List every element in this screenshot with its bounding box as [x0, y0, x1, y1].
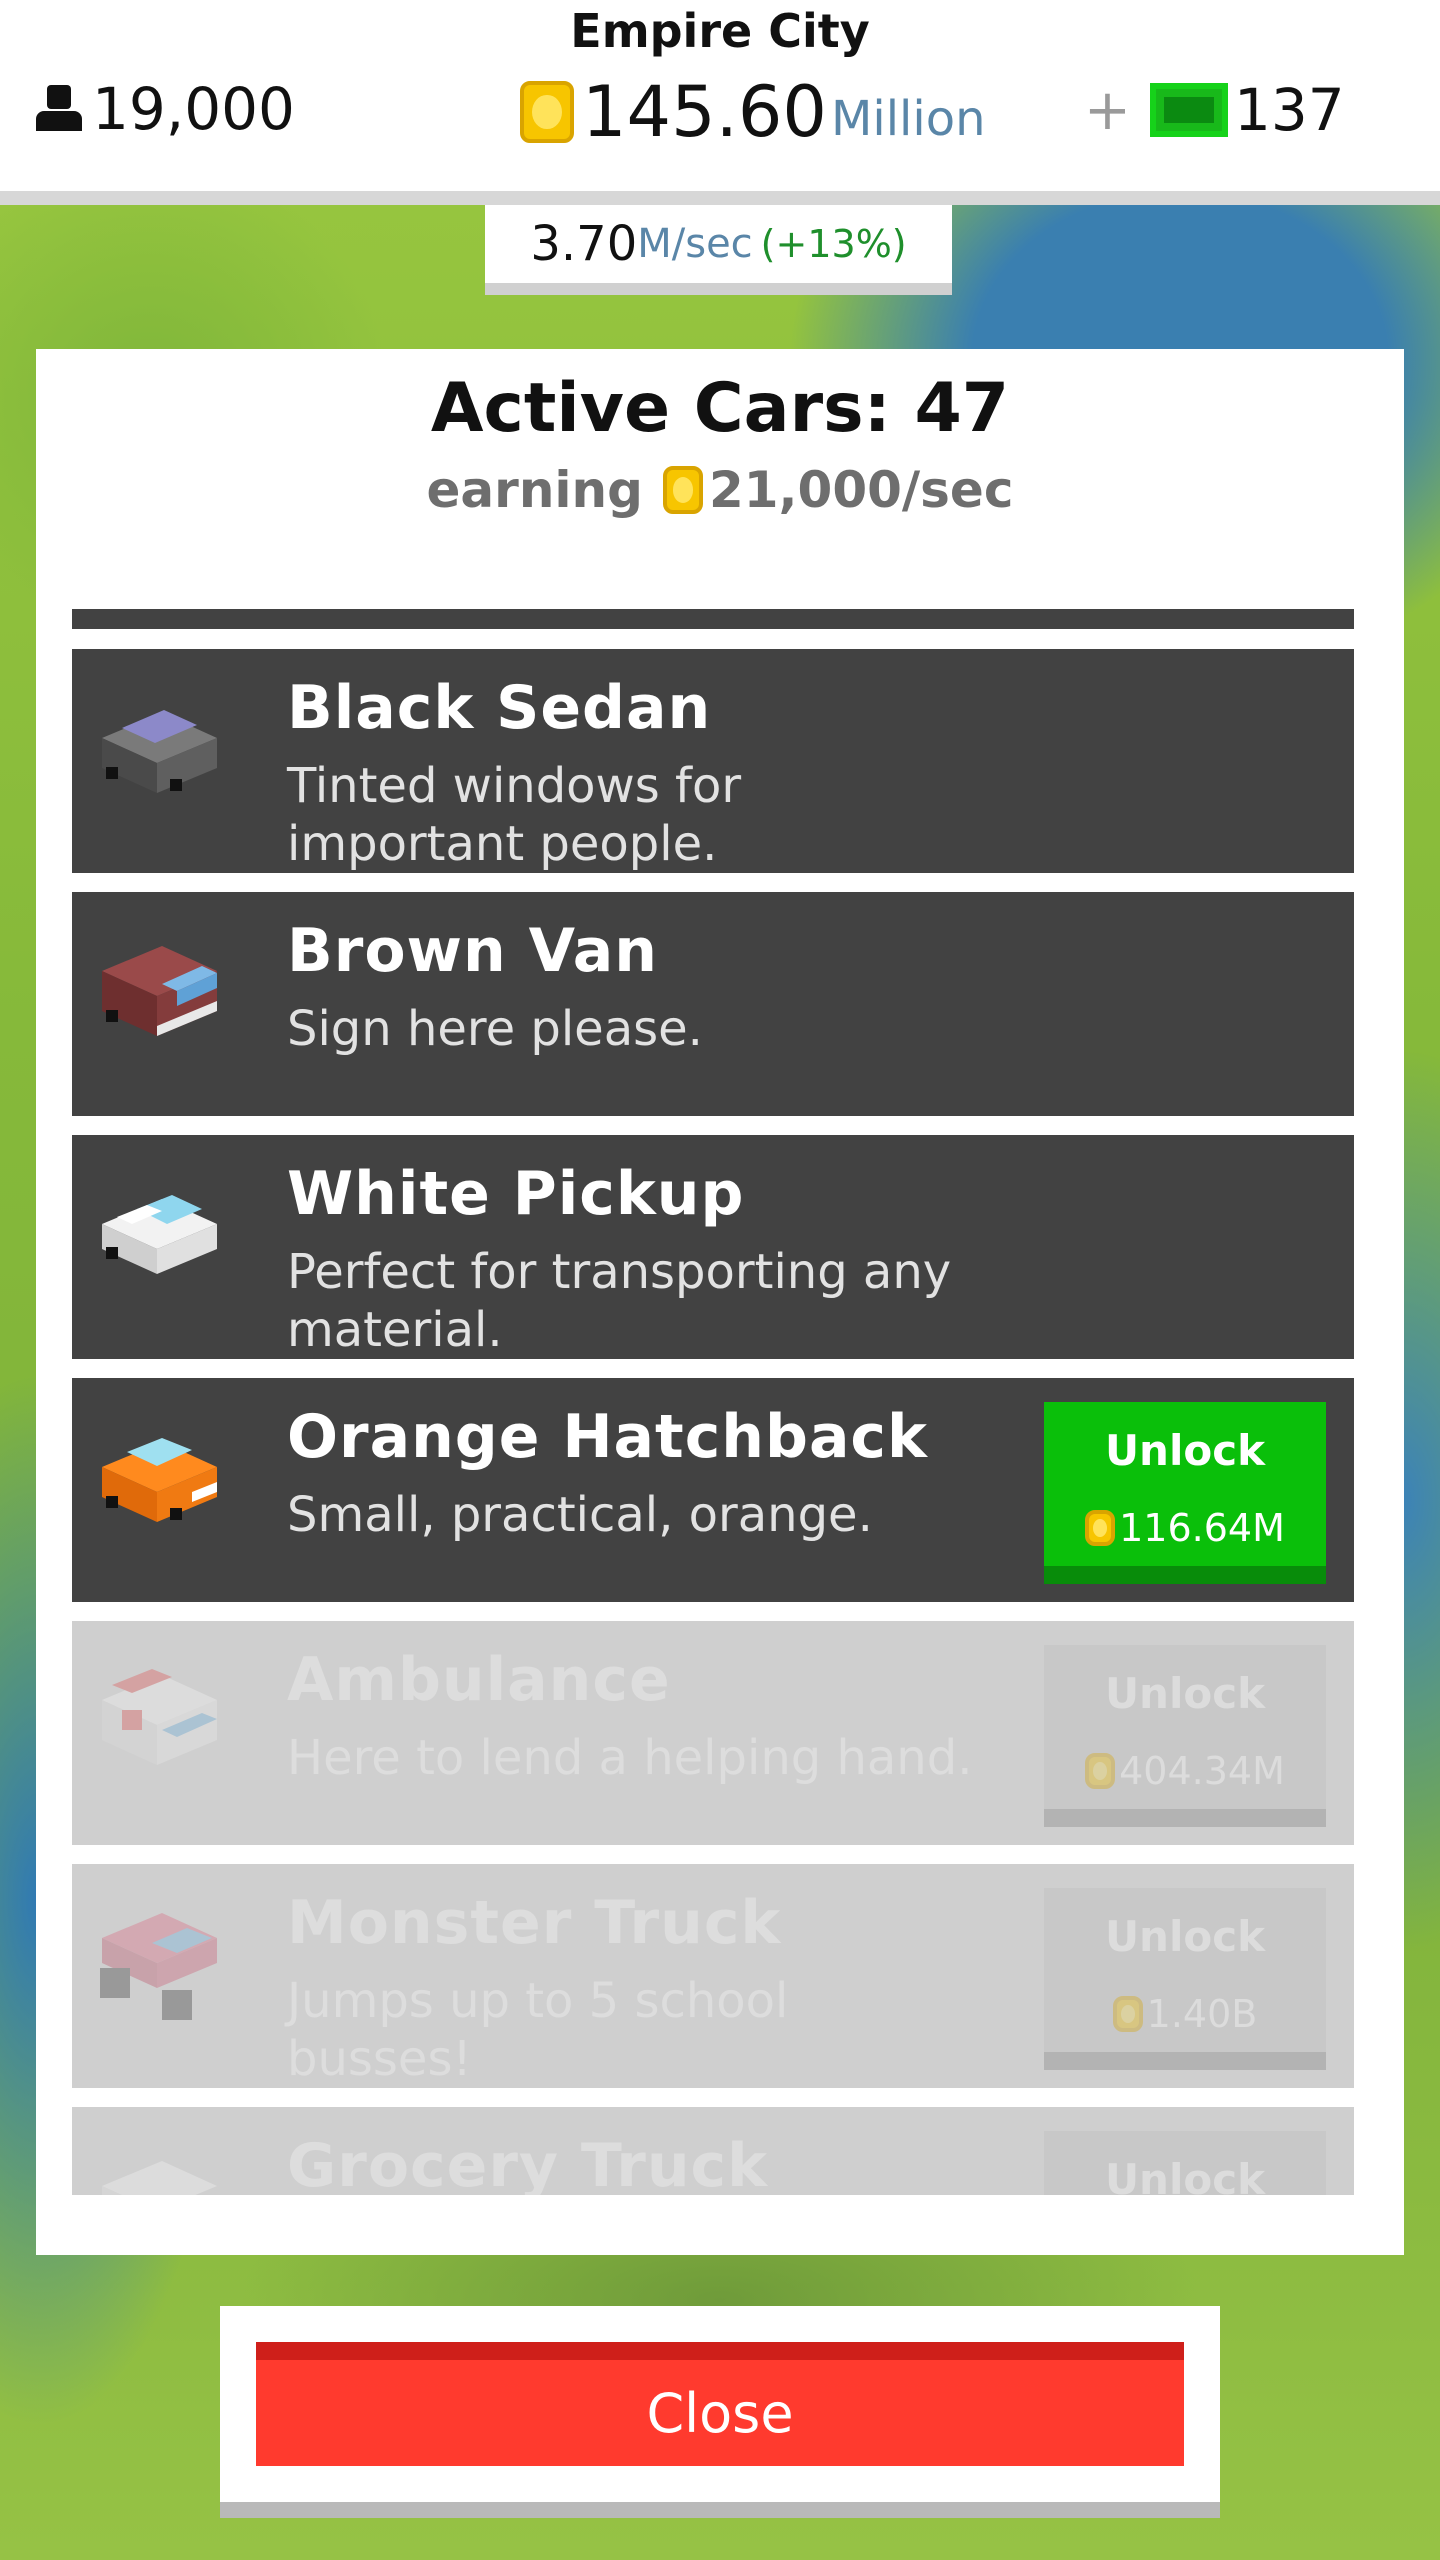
brown-van-icon — [102, 946, 217, 1036]
coin-icon — [520, 81, 574, 143]
car-card-white-pickup[interactable]: White Pickup Perfect for transporting an… — [72, 1135, 1354, 1359]
unlock-price: 404.34M — [1044, 1749, 1326, 1793]
rate-unit: M/sec — [637, 221, 753, 267]
rate-change: (+13%) — [760, 222, 907, 266]
cash-counter[interactable]: 137 — [1150, 76, 1345, 144]
earning-amount: 21,000/sec — [708, 461, 1014, 519]
car-name: Monster Truck — [287, 1888, 782, 1958]
population-counter: 19,000 — [36, 74, 295, 144]
close-button-frame: Close — [220, 2306, 1220, 2518]
car-card-black-sedan[interactable]: Black Sedan Tinted windows for important… — [72, 649, 1354, 873]
car-description: Perfect for transporting any material. — [287, 1244, 952, 1358]
earning-line: earning 21,000/sec — [36, 461, 1404, 519]
ambulance-icon — [102, 1669, 217, 1765]
unlock-label: Unlock — [1104, 1426, 1266, 1475]
car-description: Small, practical, orange. — [287, 1487, 873, 1543]
car-description: Here to lend a helping hand. — [287, 1730, 973, 1786]
unlock-price: 1.40B — [1044, 1992, 1326, 2036]
car-card-brown-van[interactable]: Brown Van Sign here please. — [72, 892, 1354, 1116]
list-item-partial — [72, 609, 1354, 629]
unlock-price: 116.64M — [1044, 1506, 1326, 1550]
unlock-button: Unlock — [1044, 2131, 1326, 2195]
car-description: Sign here please. — [287, 1001, 703, 1057]
unlock-label: Unlock — [1104, 1669, 1266, 1718]
orange-hatchback-icon — [102, 1438, 217, 1522]
money-amount: 145.60 — [582, 71, 827, 153]
active-cars-panel: Active Cars: 47 earning 21,000/sec Black… — [36, 349, 1404, 2255]
cash-icon — [1150, 83, 1228, 137]
car-card-grocery-truck: Grocery Truck Unlock — [72, 2107, 1354, 2195]
car-name: Orange Hatchback — [287, 1402, 928, 1472]
money-unit: Million — [830, 91, 986, 147]
rate-value: 3.70 — [530, 216, 638, 272]
city-name: Empire City — [570, 4, 870, 58]
car-card-ambulance: Ambulance Here to lend a helping hand. U… — [72, 1621, 1354, 1845]
car-card-orange-hatchback[interactable]: Orange Hatchback Small, practical, orang… — [72, 1378, 1354, 1602]
white-pickup-icon — [102, 1195, 217, 1274]
earning-label: earning — [426, 461, 643, 519]
buy-cash-button[interactable]: + — [1084, 78, 1131, 143]
black-sedan-icon — [102, 710, 217, 793]
unlock-label: Unlock — [1104, 2155, 1266, 2195]
coin-icon — [662, 466, 703, 514]
close-button[interactable]: Close — [256, 2342, 1184, 2466]
car-name: White Pickup — [287, 1159, 745, 1229]
unlock-button[interactable]: Unlock 116.64M — [1044, 1402, 1326, 1584]
population-value: 19,000 — [92, 75, 295, 143]
car-card-monster-truck: Monster Truck Jumps up to 5 school busse… — [72, 1864, 1354, 2088]
coin-icon — [1112, 1996, 1143, 2032]
car-list[interactable]: Black Sedan Tinted windows for important… — [72, 609, 1354, 2195]
person-icon — [36, 85, 82, 133]
top-bar: Empire City 19,000 145.60 Million + 137 — [0, 0, 1440, 205]
price-value: 116.64M — [1119, 1506, 1285, 1550]
car-name: Ambulance — [287, 1645, 671, 1715]
income-rate-tab: 3.70 M/sec (+13%) — [485, 205, 952, 295]
car-name: Brown Van — [287, 916, 658, 986]
panel-title: Active Cars: 47 — [430, 369, 1010, 448]
coin-icon — [1085, 1510, 1116, 1546]
price-value: 1.40B — [1146, 1992, 1258, 2036]
cash-amount: 137 — [1234, 76, 1345, 144]
unlock-label: Unlock — [1104, 1912, 1266, 1961]
price-value: 404.34M — [1119, 1749, 1285, 1793]
car-name: Black Sedan — [287, 673, 712, 743]
grocery-truck-icon — [102, 2161, 217, 2195]
money-counter: 145.60 Million — [520, 71, 986, 153]
coin-icon — [1085, 1753, 1116, 1789]
car-description: Jumps up to 5 school busses! — [287, 1973, 789, 2087]
unlock-button: Unlock 404.34M — [1044, 1645, 1326, 1827]
car-description: Tinted windows for important people. — [287, 758, 742, 872]
car-name: Grocery Truck — [287, 2131, 769, 2195]
monster-truck-icon — [100, 1913, 217, 2020]
unlock-button: Unlock 1.40B — [1044, 1888, 1326, 2070]
